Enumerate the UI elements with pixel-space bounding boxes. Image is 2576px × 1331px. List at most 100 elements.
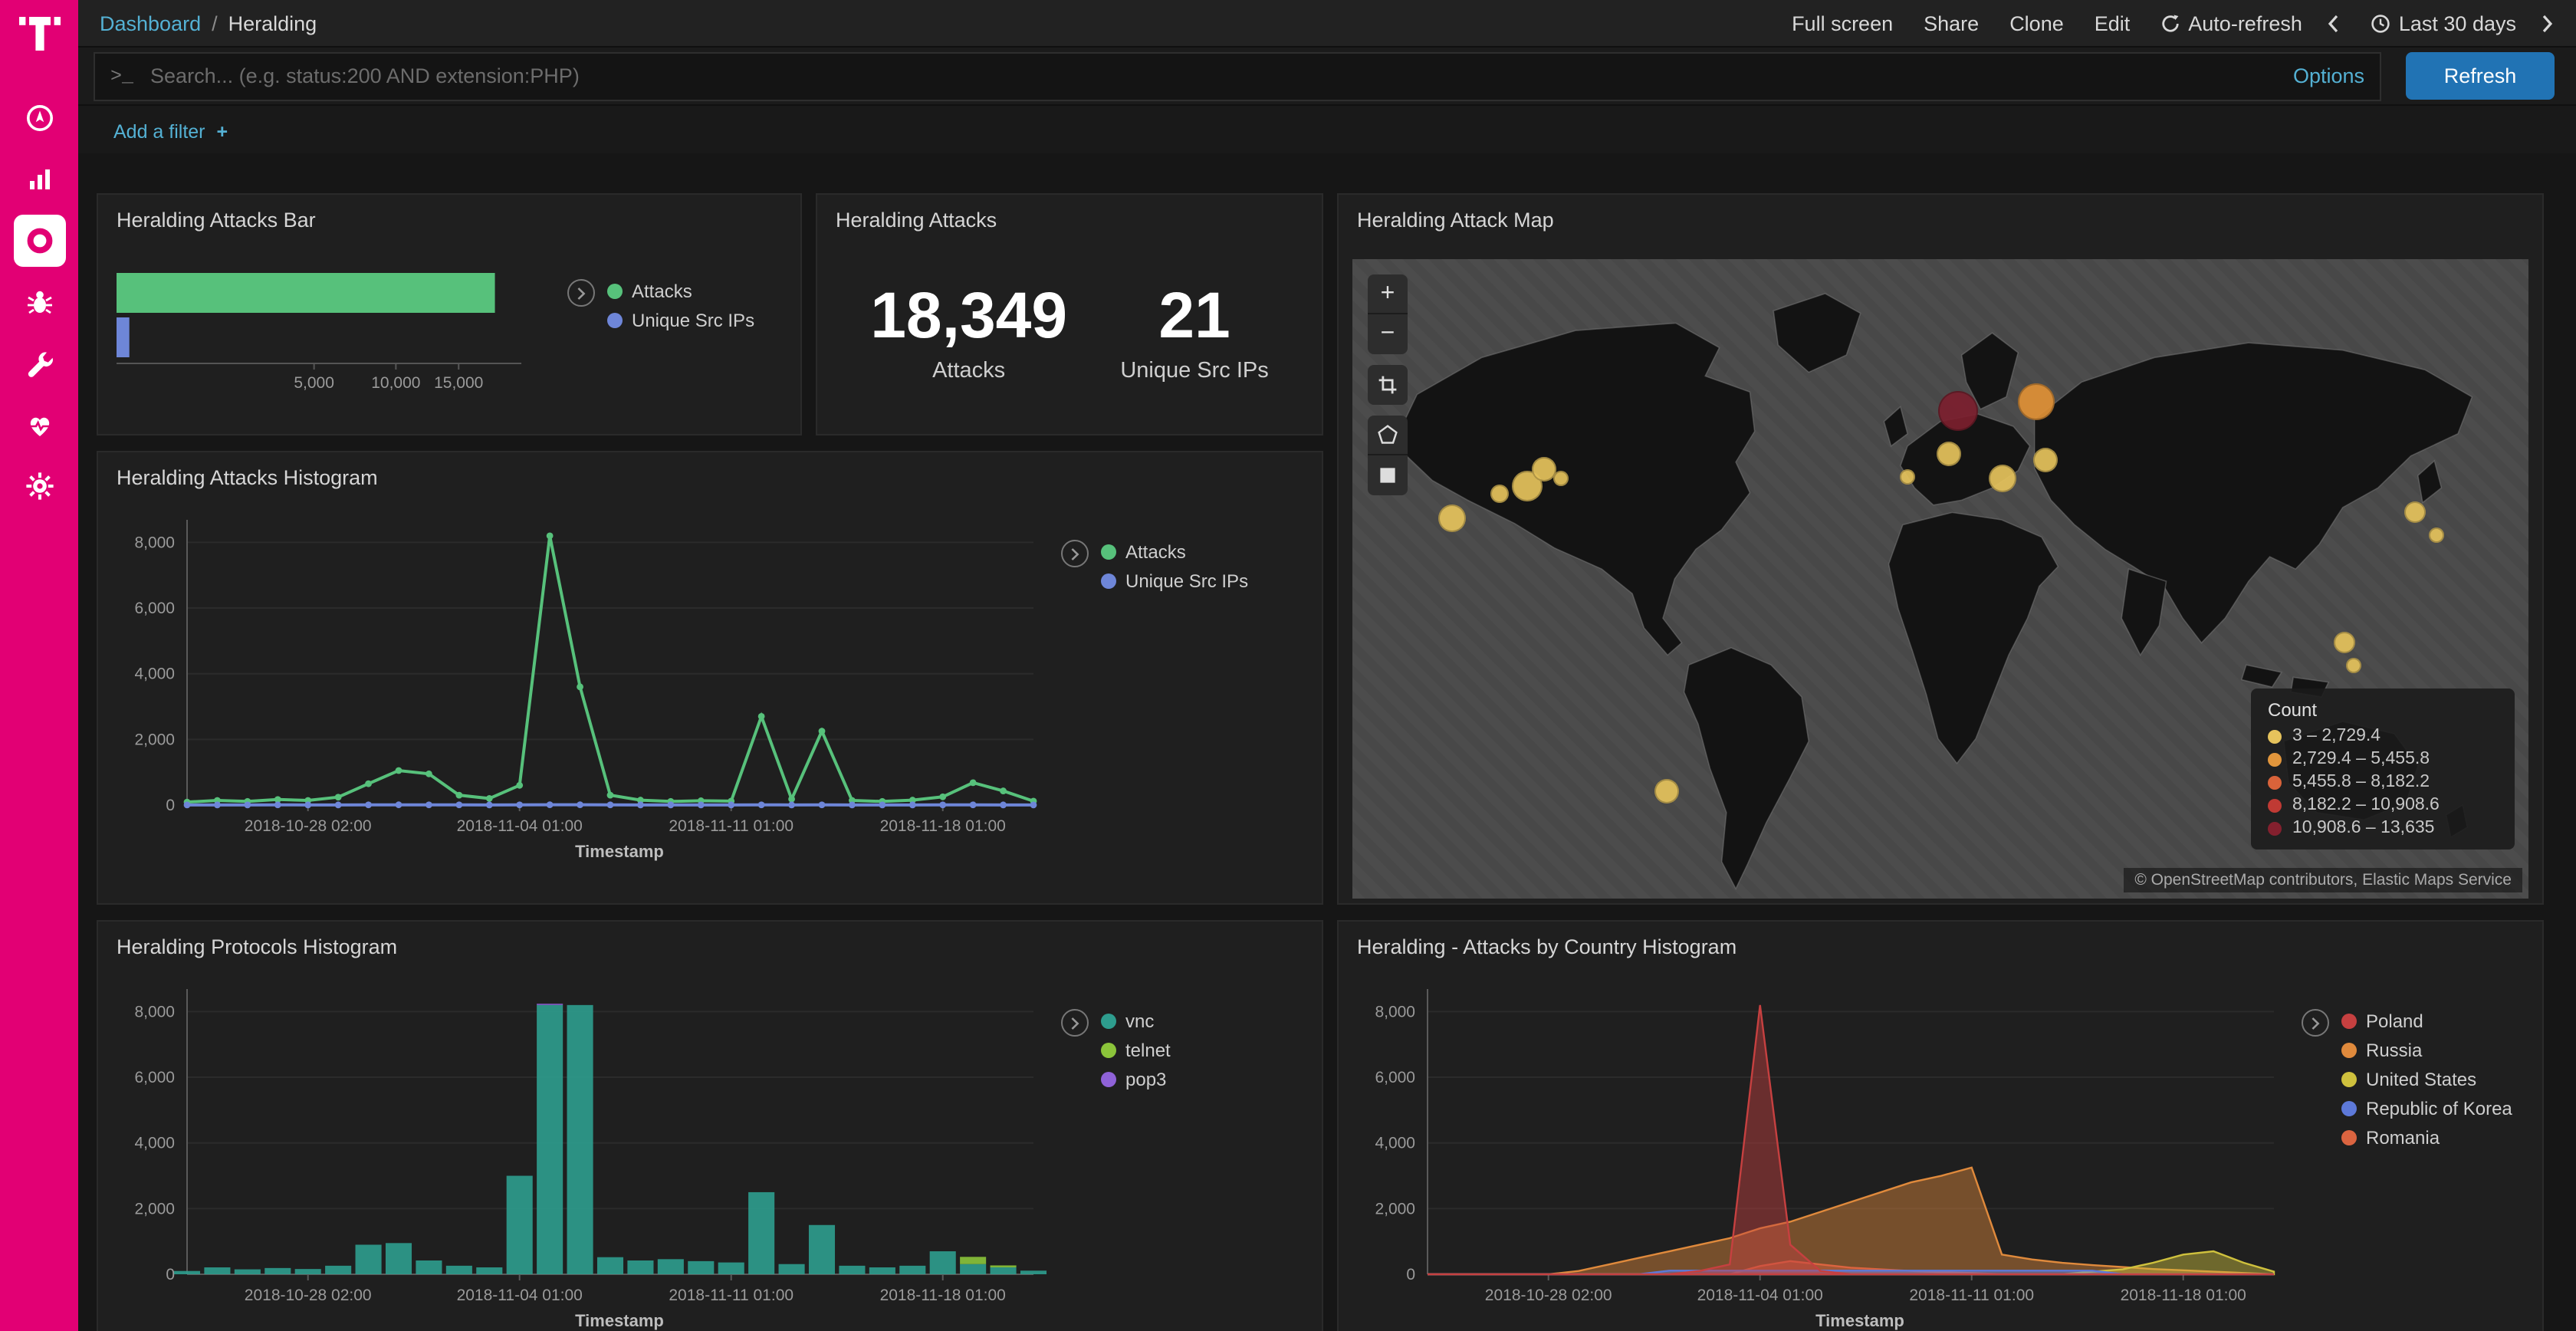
attack-location-circle[interactable] [1937,442,1961,466]
legend-item[interactable]: Poland [2341,1011,2512,1032]
svg-text:2,000: 2,000 [134,1200,175,1218]
attack-location-circle[interactable] [1989,465,2016,493]
breadcrumb-dashboard-link[interactable]: Dashboard [100,12,201,35]
legend: Attacks Unique Src IPs [567,281,754,331]
sidebar-item-current-dashboard[interactable] [13,215,65,267]
refresh-button[interactable]: Refresh [2406,52,2555,100]
attack-location-circle[interactable] [1654,780,1679,804]
legend-item[interactable]: Unique Src IPs [607,310,754,331]
fullscreen-button[interactable]: Full screen [1792,12,1893,35]
attack-location-circle[interactable] [1553,472,1569,487]
map-legend-range: 5,455.8 – 8,182.2 [2292,773,2430,791]
legend-dot-icon [607,284,623,299]
attack-location-circle[interactable] [2345,658,2361,673]
sidebar-item-charts[interactable] [13,153,65,205]
map-legend-range: 2,729.4 – 5,455.8 [2292,750,2430,768]
attack-location-circle[interactable] [2404,501,2425,522]
sidebar-item-bug[interactable] [13,276,65,328]
map-attribution-link[interactable]: © OpenStreetMap contributors, Elastic Ma… [2124,868,2522,892]
add-filter-link[interactable]: Add a filter + [113,120,228,142]
attack-location-circle[interactable] [2334,632,2356,653]
legend-toggle-icon[interactable] [2302,1009,2329,1037]
zoom-out-button[interactable]: − [1368,314,1408,354]
svg-text:2018-10-28 02:00: 2018-10-28 02:00 [1485,1287,1612,1304]
clone-button[interactable]: Clone [2009,12,2064,35]
legend-item[interactable]: Attacks [607,281,754,302]
panel-title: Heralding - Attacks by Country Histogram [1339,922,2542,965]
sidebar-item-settings[interactable] [13,460,65,512]
country-histogram-chart[interactable]: 02,0004,0006,0008,0002018-10-28 02:00201… [1342,968,2292,1331]
legend-item[interactable]: Romania [2341,1127,2512,1149]
legend-dot-icon [2341,1072,2357,1087]
legend-item[interactable]: United States [2341,1069,2512,1090]
attack-location-circle[interactable] [1438,504,1466,532]
map-legend-dot-icon [2268,752,2282,766]
search-input[interactable] [147,63,2278,89]
svg-text:0: 0 [166,1266,175,1283]
legend-item[interactable]: telnet [1101,1040,1171,1061]
sidebar-item-tools[interactable] [13,337,65,389]
draw-polygon-button[interactable] [1368,416,1408,455]
legend-label: Romania [2366,1127,2440,1149]
time-range-button[interactable]: Last 30 days [2371,12,2516,35]
attack-location-circle[interactable] [2017,383,2054,420]
panel-title: Heralding Attacks [817,195,1322,238]
telekom-logo-icon[interactable] [16,9,62,63]
legend-item[interactable]: Unique Src IPs [1101,570,1248,592]
attack-location-circle[interactable] [2429,527,2444,542]
search-bar-row: >_ Options Refresh [78,48,2576,106]
sidebar [0,0,78,1331]
svg-text:2,000: 2,000 [1375,1200,1415,1218]
metric-unique-src-ips: 21 Unique Src IPs [1120,284,1268,383]
search-options-link[interactable]: Options [2293,64,2364,87]
legend-toggle-icon[interactable] [567,279,595,307]
legend-item[interactable]: pop3 [1101,1069,1171,1090]
legend-item[interactable]: Republic of Korea [2341,1098,2512,1119]
legend-dot-icon [1101,544,1116,560]
legend-toggle-icon[interactable] [1061,540,1089,567]
legend-label: Unique Src IPs [1125,570,1248,592]
svg-text:0: 0 [166,797,175,814]
heartbeat-icon [24,409,54,440]
sidebar-item-dashboard[interactable] [13,92,65,144]
auto-refresh-button[interactable]: Auto-refresh [2160,12,2302,35]
attack-location-circle[interactable] [1938,391,1978,431]
map-legend-item[interactable]: 3 – 2,729.4 [2268,727,2498,745]
map-legend-item[interactable]: 2,729.4 – 5,455.8 [2268,750,2498,768]
breadcrumb-current: Heralding [228,12,317,35]
svg-text:10,000: 10,000 [371,374,420,392]
world-map[interactable]: + − [1352,259,2528,899]
zoom-in-button[interactable]: + [1368,274,1408,314]
draw-rectangle-button[interactable] [1368,455,1408,495]
x-axis-title: Timestamp [190,843,1049,862]
fit-bounds-button[interactable] [1368,365,1408,405]
share-button[interactable]: Share [1924,12,1979,35]
sidebar-item-health[interactable] [13,399,65,451]
time-back-button[interactable] [2327,13,2341,33]
metric-label: Attacks [870,359,1067,383]
map-legend-item[interactable]: 5,455.8 – 8,182.2 [2268,773,2498,791]
attack-location-circle[interactable] [2033,449,2058,473]
attack-location-circle[interactable] [1490,485,1509,503]
legend-dot-icon [1101,573,1116,589]
edit-button[interactable]: Edit [2095,12,2131,35]
panel-protocols-histogram: Heralding Protocols Histogram 02,0004,00… [97,920,1323,1331]
map-legend-item[interactable]: 10,908.6 – 13,635 [2268,819,2498,837]
attacks-bar-chart[interactable]: 5,00010,00015,000 [110,265,570,412]
legend-toggle-icon[interactable] [1061,1009,1089,1037]
protocols-histogram-chart[interactable]: 02,0004,0006,0008,0002018-10-28 02:00201… [101,968,1052,1331]
map-legend-items: 3 – 2,729.4 2,729.4 – 5,455.8 5,455.8 – 8,… [2268,727,2498,837]
legend-item[interactable]: Attacks [1101,541,1248,563]
svg-text:8,000: 8,000 [1375,1003,1415,1020]
legend-item[interactable]: vnc [1101,1011,1171,1032]
legend-item[interactable]: Russia [2341,1040,2512,1061]
svg-text:4,000: 4,000 [1375,1135,1415,1152]
attacks-histogram-chart[interactable]: 02,0004,0006,0008,0002018-10-28 02:00201… [101,498,1052,882]
breadcrumb-separator: / [212,12,218,35]
map-legend-item[interactable]: 8,182.2 – 10,908.6 [2268,796,2498,814]
legend-dot-icon [1101,1043,1116,1058]
attack-location-circle[interactable] [1900,469,1915,485]
panel-attacks-bar: Heralding Attacks Bar 5,00010,00015,000 … [97,193,802,435]
svg-text:2018-10-28 02:00: 2018-10-28 02:00 [245,1287,372,1304]
time-forward-button[interactable] [2541,13,2555,33]
